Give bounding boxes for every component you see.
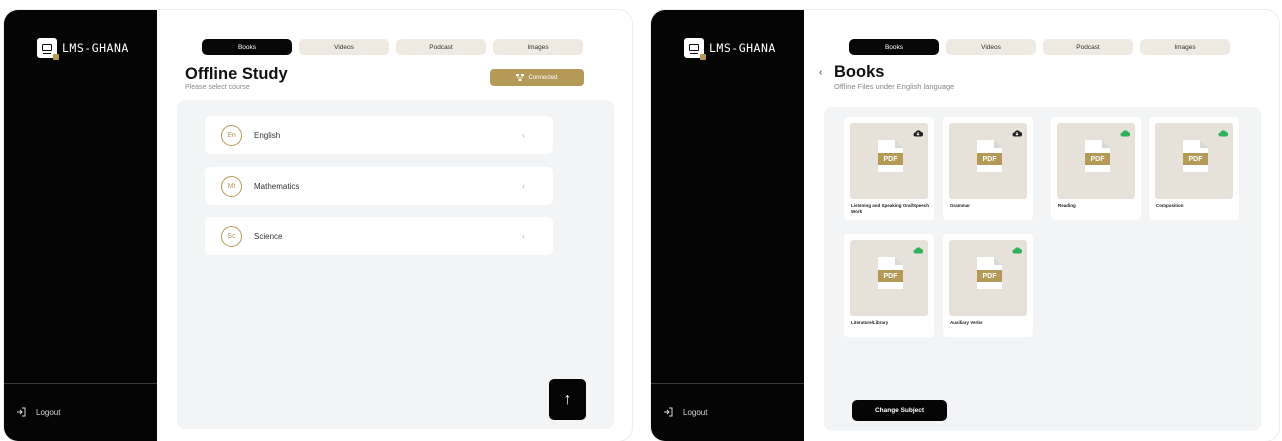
course-badge: Sc [221, 225, 242, 247]
page-subtitle: Offline Files under English language [834, 82, 955, 91]
book-card[interactable]: PDF Composition [1149, 117, 1239, 220]
logout-button[interactable]: Logout [16, 407, 60, 417]
arrow-up-icon: ↑ [563, 390, 572, 408]
cloud-download-icon[interactable] [913, 129, 924, 137]
book-card[interactable]: PDF Listening and Speaking Oral/Speech W… [844, 117, 934, 220]
pdf-thumbnail: PDF [850, 123, 928, 199]
media-tabs: Books Videos Podcast Images [202, 39, 583, 55]
course-item-english[interactable]: En English ‹ [205, 116, 553, 154]
connected-label: Connected [528, 74, 558, 81]
cloud-done-icon[interactable] [1218, 129, 1229, 137]
book-title: Composition [1156, 203, 1184, 208]
pdf-tag: PDF [1085, 153, 1110, 165]
course-item-mathematics[interactable]: Mt Mathematics ‹ [205, 167, 553, 205]
course-name: English [254, 130, 281, 140]
logout-icon [664, 407, 673, 417]
pdf-tag: PDF [878, 270, 903, 282]
tab-podcast[interactable]: Podcast [396, 39, 486, 55]
book-title: Literature/Library [851, 320, 889, 325]
chevron-left-icon: ‹ [522, 181, 525, 191]
scroll-top-button[interactable]: ↑ [549, 379, 586, 420]
book-title: Auxiliary Verbs [950, 320, 983, 325]
back-chevron-icon[interactable]: ‹ [819, 67, 822, 78]
app-logo[interactable]: LMS-GHANA [37, 38, 129, 60]
offline-study-screen: LMS-GHANA Logout Books Videos Podcast Im… [4, 10, 632, 441]
media-tabs: Books Videos Podcast Images [849, 39, 1230, 55]
tab-books[interactable]: Books [202, 39, 292, 55]
page-title: Books [834, 63, 885, 81]
monitor-logo-icon [684, 38, 706, 60]
pdf-thumbnail: PDF [850, 240, 928, 316]
pdf-tag: PDF [977, 270, 1002, 282]
tab-videos[interactable]: Videos [946, 39, 1036, 55]
main-content: Books Videos Podcast Images ‹ Books Offl… [804, 10, 1279, 441]
logout-button[interactable]: Logout [663, 407, 707, 417]
tab-books[interactable]: Books [849, 39, 939, 55]
change-subject-button[interactable]: Change Subject [852, 400, 947, 421]
pdf-tag: PDF [1183, 153, 1208, 165]
pdf-tag: PDF [878, 153, 903, 165]
pdf-tag: PDF [977, 153, 1002, 165]
cloud-done-icon[interactable] [1120, 129, 1131, 137]
book-card[interactable]: PDF Reading [1051, 117, 1141, 220]
course-panel: En English ‹ Mt Mathematics ‹ Sc Science… [177, 100, 614, 429]
connected-button[interactable]: Connected [490, 69, 584, 86]
pdf-thumbnail: PDF [1155, 123, 1233, 199]
sidebar: LMS-GHANA Logout [651, 10, 804, 441]
book-card[interactable]: PDF Literature/Library [844, 234, 934, 337]
page-title: Offline Study [185, 65, 288, 83]
tab-images[interactable]: Images [493, 39, 583, 55]
logo-text: LMS-GHANA [709, 41, 776, 55]
cloud-download-icon[interactable] [1012, 129, 1023, 137]
pdf-thumbnail: PDF [949, 123, 1027, 199]
monitor-logo-icon [37, 38, 59, 60]
chevron-left-icon: ‹ [522, 231, 525, 241]
page-subtitle: Please select course [185, 84, 250, 91]
book-title: Listening and Speaking Oral/Speech Work [851, 203, 930, 214]
tab-images[interactable]: Images [1140, 39, 1230, 55]
chevron-left-icon: ‹ [522, 130, 525, 140]
course-item-science[interactable]: Sc Science ‹ [205, 217, 553, 255]
course-badge: Mt [221, 175, 242, 197]
books-grid: PDF Listening and Speaking Oral/Speech W… [824, 107, 1261, 431]
tab-videos[interactable]: Videos [299, 39, 389, 55]
course-name: Mathematics [254, 181, 300, 191]
book-title: Grammar [950, 203, 971, 208]
pdf-thumbnail: PDF [949, 240, 1027, 316]
sidebar: LMS-GHANA Logout [4, 10, 157, 441]
logout-icon [17, 407, 26, 417]
book-title: Reading [1058, 203, 1076, 208]
tab-podcast[interactable]: Podcast [1043, 39, 1133, 55]
books-screen: LMS-GHANA Logout Books Videos Podcast Im… [651, 10, 1279, 441]
network-icon [516, 74, 525, 81]
book-card[interactable]: PDF Auxiliary Verbs [943, 234, 1033, 337]
app-logo[interactable]: LMS-GHANA [684, 38, 776, 60]
course-name: Science [254, 231, 283, 241]
cloud-done-icon[interactable] [1012, 246, 1023, 254]
cloud-done-icon[interactable] [913, 246, 924, 254]
logout-label: Logout [36, 407, 61, 417]
sidebar-divider [651, 383, 804, 384]
sidebar-divider [4, 383, 157, 384]
main-content: Books Videos Podcast Images Offline Stud… [157, 10, 632, 441]
logout-label: Logout [683, 407, 708, 417]
logo-text: LMS-GHANA [62, 41, 129, 55]
book-card[interactable]: PDF Grammar [943, 117, 1033, 220]
pdf-thumbnail: PDF [1057, 123, 1135, 199]
course-badge: En [221, 124, 242, 146]
